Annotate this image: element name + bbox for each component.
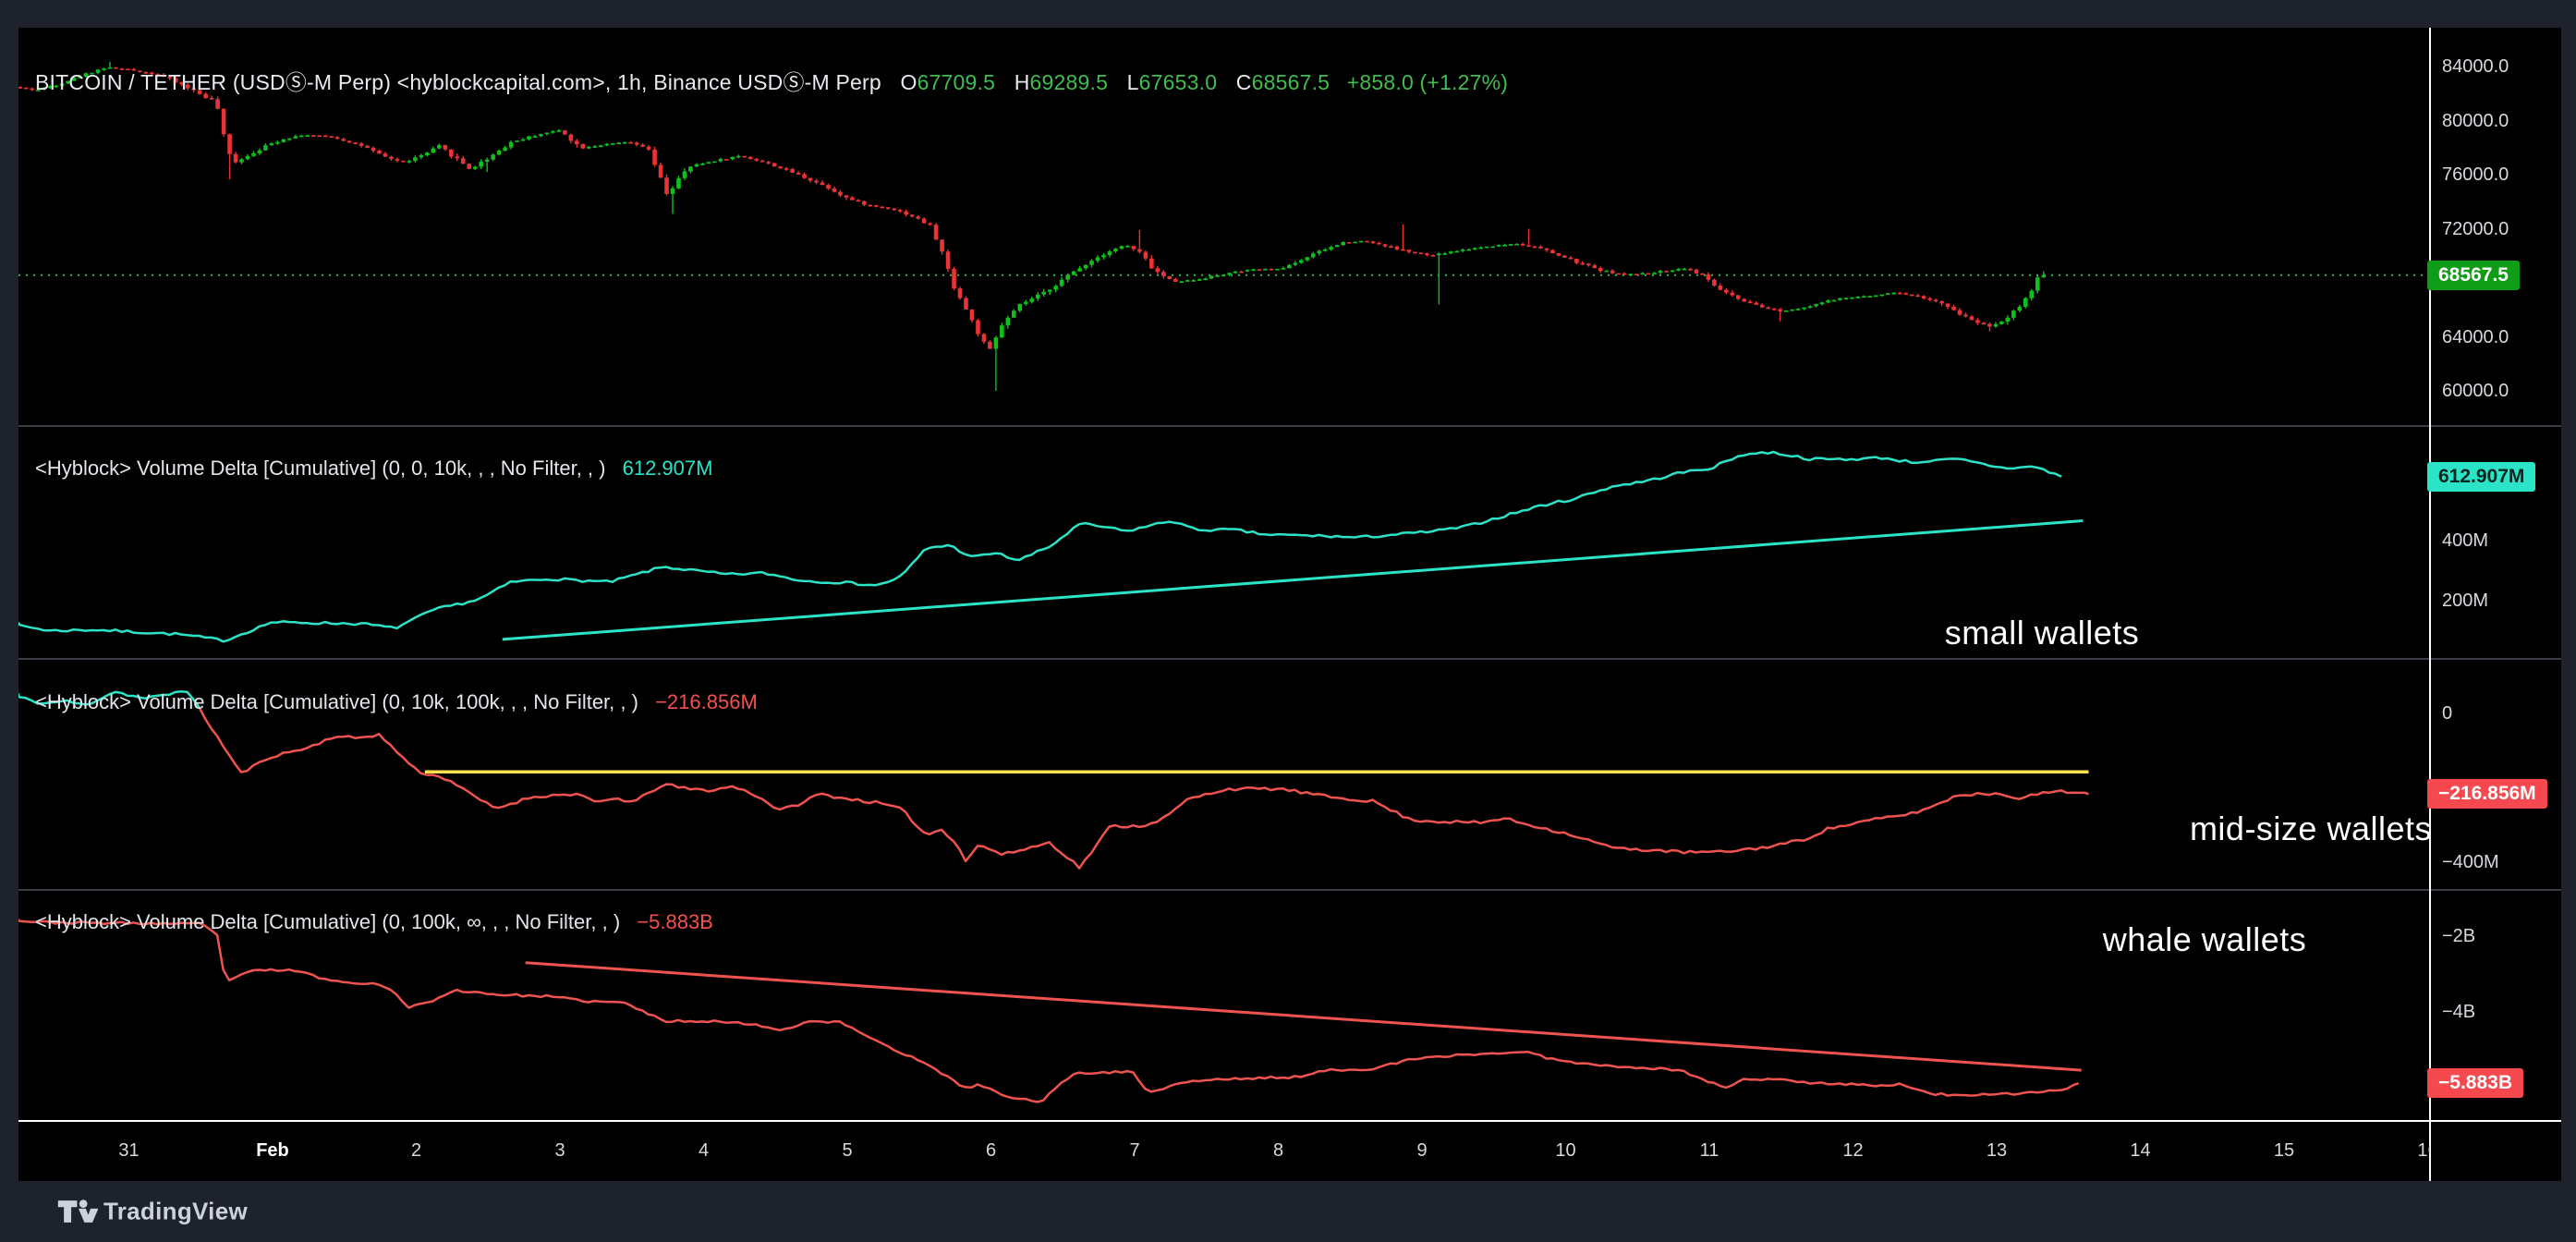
mid-wallets-series[interactable] xyxy=(18,691,2089,868)
high-label: H xyxy=(1015,70,1030,94)
change-value: +858.0 (+1.27%) xyxy=(1347,70,1508,94)
close-value: 68567.5 xyxy=(1252,70,1331,94)
tradingview-window: { "header": { "symbol_title": "BITCOIN /… xyxy=(0,0,2576,1242)
symbol-title[interactable]: BITCOIN / TETHER (USDⓈ-M Perp) <hyblockc… xyxy=(35,70,881,94)
indicator-title-mid-wallets[interactable]: <Hyblock> Volume Delta [Cumulative] (0, … xyxy=(35,690,758,714)
low-label: L xyxy=(1127,70,1139,94)
indicator-title-text: <Hyblock> Volume Delta [Cumulative] (0, … xyxy=(35,457,605,480)
high-value: 69289.5 xyxy=(1030,70,1109,94)
annotation-small-wallets[interactable]: small wallets xyxy=(1945,614,2140,652)
whale-wallets-series[interactable] xyxy=(18,920,2082,1102)
symbol-header[interactable]: BITCOIN / TETHER (USDⓈ-M Perp) <hyblockc… xyxy=(35,65,1508,96)
low-value: 67653.0 xyxy=(1139,70,1218,94)
price-scale[interactable] xyxy=(2430,28,2561,1121)
indicator-value: −216.856M xyxy=(655,690,758,713)
indicator-title-whale-wallets[interactable]: <Hyblock> Volume Delta [Cumulative] (0, … xyxy=(35,910,713,934)
footer-bar: TradingView xyxy=(0,1181,2576,1242)
candlestick-layer[interactable] xyxy=(18,62,2046,391)
chart-area[interactable]: BITCOIN / TETHER (USDⓈ-M Perp) <hyblockc… xyxy=(18,28,2561,1181)
time-scale[interactable] xyxy=(18,1121,2430,1181)
close-label: C xyxy=(1236,70,1252,94)
indicator-title-small-wallets[interactable]: <Hyblock> Volume Delta [Cumulative] (0, … xyxy=(35,457,712,481)
chart-canvas[interactable] xyxy=(18,28,2561,1181)
drawing-trendline-small-wallets[interactable] xyxy=(503,521,2084,639)
drawing-trendline-whale-wallets[interactable] xyxy=(526,963,2082,1070)
indicator-title-text: <Hyblock> Volume Delta [Cumulative] (0, … xyxy=(35,910,620,933)
open-label: O xyxy=(900,70,917,94)
open-value: 67709.5 xyxy=(917,70,996,94)
indicator-value: −5.883B xyxy=(637,910,713,933)
tradingview-logo-icon[interactable] xyxy=(57,1196,100,1227)
tradingview-brand-text[interactable]: TradingView xyxy=(103,1198,248,1226)
annotation-mid-wallets[interactable]: mid-size wallets xyxy=(2190,810,2432,848)
indicator-value: 612.907M xyxy=(623,457,713,480)
indicator-title-text: <Hyblock> Volume Delta [Cumulative] (0, … xyxy=(35,690,638,713)
annotation-whale-wallets[interactable]: whale wallets xyxy=(2103,920,2307,959)
